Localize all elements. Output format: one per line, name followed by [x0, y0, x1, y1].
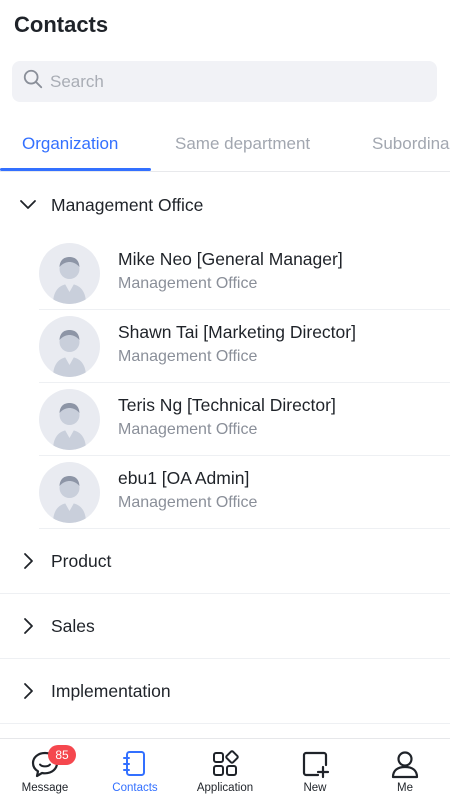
- tabbar-new[interactable]: New: [270, 739, 360, 800]
- group-sales[interactable]: Sales: [0, 594, 450, 658]
- tabbar-me[interactable]: Me: [360, 739, 450, 800]
- contact-department: Management Office: [118, 494, 258, 511]
- tabbar-label: Message: [21, 782, 69, 794]
- unread-badge: 85: [48, 745, 76, 765]
- chevron-down-icon: [18, 195, 38, 215]
- contact-name: ebu1 [OA Admin]: [118, 468, 250, 488]
- avatar: [39, 316, 100, 377]
- divider: [0, 723, 450, 724]
- group-label: Sales: [51, 615, 95, 636]
- group-label: Implementation: [51, 680, 171, 701]
- tab-same-department[interactable]: Same department: [175, 134, 310, 154]
- contact-row[interactable]: ebu1 [OA Admin] Management Office: [0, 456, 450, 529]
- search-input[interactable]: [50, 71, 410, 92]
- me-icon: [390, 749, 420, 779]
- bottom-tab-bar: 85 Message Contacts Application New Me: [0, 738, 450, 800]
- group-label: Management Office: [51, 194, 204, 215]
- group-management-office[interactable]: Management Office: [0, 173, 450, 237]
- search-icon: [22, 68, 44, 95]
- chevron-right-icon: [18, 616, 38, 636]
- page-title: Contacts: [14, 12, 109, 37]
- tabbar-application[interactable]: Application: [180, 739, 270, 800]
- search-bar[interactable]: [12, 61, 437, 102]
- tab-subordinates[interactable]: Subordina: [372, 134, 450, 154]
- avatar: [39, 243, 100, 304]
- tab-bar: Organization Same department Subordina: [0, 120, 450, 172]
- contact-row[interactable]: Mike Neo [General Manager] Management Of…: [0, 237, 450, 310]
- tabbar-contacts[interactable]: Contacts: [90, 739, 180, 800]
- new-icon: [300, 749, 330, 779]
- avatar: [39, 389, 100, 450]
- active-tab-indicator: [0, 168, 151, 171]
- contact-row[interactable]: Teris Ng [Technical Director] Management…: [0, 383, 450, 456]
- chevron-right-icon: [18, 551, 38, 571]
- contact-department: Management Office: [118, 421, 258, 438]
- tabbar-message[interactable]: 85 Message: [0, 739, 90, 800]
- contact-name: Shawn Tai [Marketing Director]: [118, 322, 356, 342]
- contact-row[interactable]: Shawn Tai [Marketing Director] Managemen…: [0, 310, 450, 383]
- tab-organization[interactable]: Organization: [22, 134, 118, 154]
- avatar: [39, 462, 100, 523]
- group-label: Product: [51, 550, 112, 571]
- contact-name: Mike Neo [General Manager]: [118, 249, 343, 269]
- tabbar-label: Application: [196, 782, 254, 794]
- tabbar-label: New: [303, 782, 327, 794]
- chevron-right-icon: [18, 681, 38, 701]
- group-implementation[interactable]: Implementation: [0, 659, 450, 723]
- group-product[interactable]: Product: [0, 529, 450, 593]
- contact-department: Management Office: [118, 275, 258, 292]
- contact-name: Teris Ng [Technical Director]: [118, 395, 336, 415]
- contacts-icon: [120, 749, 150, 779]
- tabbar-label: Me: [397, 782, 413, 794]
- tabbar-label: Contacts: [112, 782, 158, 794]
- application-icon: [210, 749, 240, 779]
- contact-department: Management Office: [118, 348, 258, 365]
